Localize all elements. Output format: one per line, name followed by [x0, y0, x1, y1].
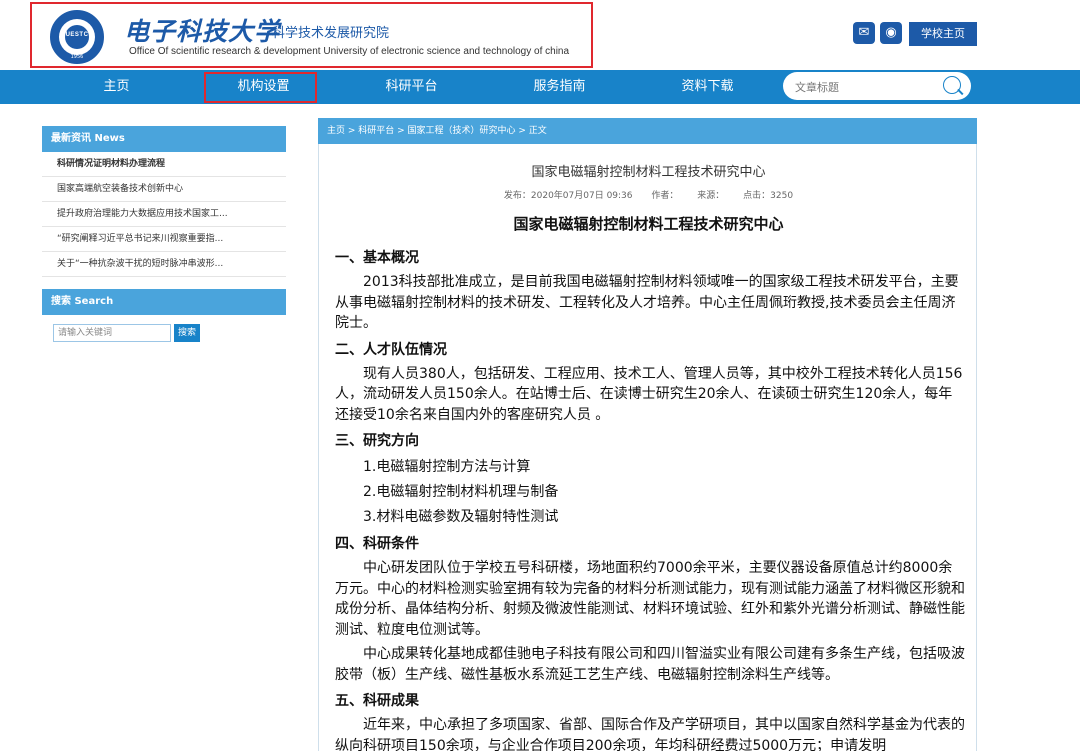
section-title: 二、人才队伍情况 [335, 341, 447, 358]
news-item[interactable]: “研究阐释习近平总书记来川视察重要指... [42, 227, 286, 252]
news-list: 科研情况证明材料办理流程 国家高端航空装备技术创新中心 提升政府治理能力大数据应… [42, 152, 286, 277]
publish-date: 发布：2020年07月07日 09:36 [503, 191, 633, 201]
wechat-icon[interactable]: ✉ [853, 22, 875, 44]
seal-year: 1956 [70, 54, 84, 60]
section-paragraph: 2013科技部批准成立，是目前我国电磁辐射控制材料领域唯一的国家级工程技术研发平… [335, 274, 959, 331]
article-search [783, 72, 971, 100]
section-paragraph: 近年来，中心承担了多项国家、省部、国际合作及产学研项目，其中以国家自然科学基金为… [335, 717, 965, 751]
view-count: 点击：3250 [743, 191, 794, 201]
nav-highlight-frame [204, 72, 317, 103]
news-item[interactable]: 提升政府治理能力大数据应用技术国家工... [42, 202, 286, 227]
site-header: UESTC 1956 电子科技大学 科学技术发展研究院 Office Of sc… [0, 0, 1080, 70]
section-paragraph: 现有人员380人，包括研发、工程应用、技术工人、管理人员等，其中校外工程技术转化… [335, 365, 963, 423]
article-body: 一、基本概况 2013科技部批准成立，是目前我国电磁辐射控制材料领域唯一的国家级… [335, 246, 965, 751]
school-home-button[interactable]: 学校主页 [909, 22, 977, 46]
nav-item-service-guide[interactable]: 服务指南 [503, 70, 616, 104]
search-icon[interactable] [943, 76, 961, 94]
institute-name: 科学技术发展研究院 [272, 26, 390, 41]
article-title: 国家电磁辐射控制材料工程技术研究中心 [531, 165, 766, 180]
keyword-search-input[interactable] [53, 324, 171, 342]
author-label: 作者： [651, 191, 679, 201]
section-paragraph: 中心研发团队位于学校五号科研楼，场地面积约7000余平米，主要仪器设备原值总计约… [335, 560, 965, 638]
breadcrumb[interactable]: 主页 > 科研平台 > 国家工程（技术）研究中心 > 正文 [318, 118, 977, 144]
source-label: 来源： [697, 191, 725, 201]
section-title: 四、科研条件 [335, 536, 419, 552]
article-meta: 发布：2020年07月07日 09:36 作者： 来源： 点击：3250 [319, 188, 976, 201]
news-panel-header: 最新资讯 News [42, 126, 286, 152]
university-name: 电子科技大学 [124, 17, 281, 46]
news-item[interactable]: 国家高端航空装备技术创新中心 [42, 177, 286, 202]
search-panel-header: 搜索 Search [42, 289, 286, 315]
article-heading: 国家电磁辐射控制材料工程技术研究中心 [513, 215, 784, 233]
institute-english-name: Office Of scientific research & developm… [129, 46, 570, 57]
section-title: 一、基本概况 [335, 250, 419, 266]
section-paragraph: 中心成果转化基地成都佳驰电子科技有限公司和四川智溢实业有限公司建有多条生产线，包… [335, 646, 965, 683]
article-panel: 国家电磁辐射控制材料工程技术研究中心 发布：2020年07月07日 09:36 … [318, 144, 977, 751]
article-search-input[interactable] [793, 77, 937, 97]
research-direction-item: 2.电磁辐射控制材料机理与制备 [363, 484, 559, 500]
section-title: 五、科研成果 [335, 693, 419, 709]
news-item[interactable]: 科研情况证明材料办理流程 [42, 152, 286, 177]
university-seal-icon: UESTC 1956 [50, 10, 104, 64]
logo-banner[interactable]: UESTC 1956 电子科技大学 科学技术发展研究院 Office Of sc… [30, 2, 593, 68]
section-title: 三、研究方向 [335, 433, 419, 449]
research-direction-item: 1.电磁辐射控制方法与计算 [363, 459, 531, 475]
weibo-icon[interactable]: ◉ [880, 22, 902, 44]
news-item[interactable]: 关于“一种抗杂波干扰的短时脉冲串波形... [42, 252, 286, 277]
seal-text: UESTC [65, 32, 89, 38]
nav-item-downloads[interactable]: 资料下载 [651, 70, 764, 104]
research-direction-item: 3.材料电磁参数及辐射特性测试 [363, 509, 559, 525]
keyword-search-button[interactable]: 搜索 [174, 324, 200, 342]
nav-item-home[interactable]: 主页 [60, 70, 173, 104]
nav-item-research-platform[interactable]: 科研平台 [355, 70, 468, 104]
